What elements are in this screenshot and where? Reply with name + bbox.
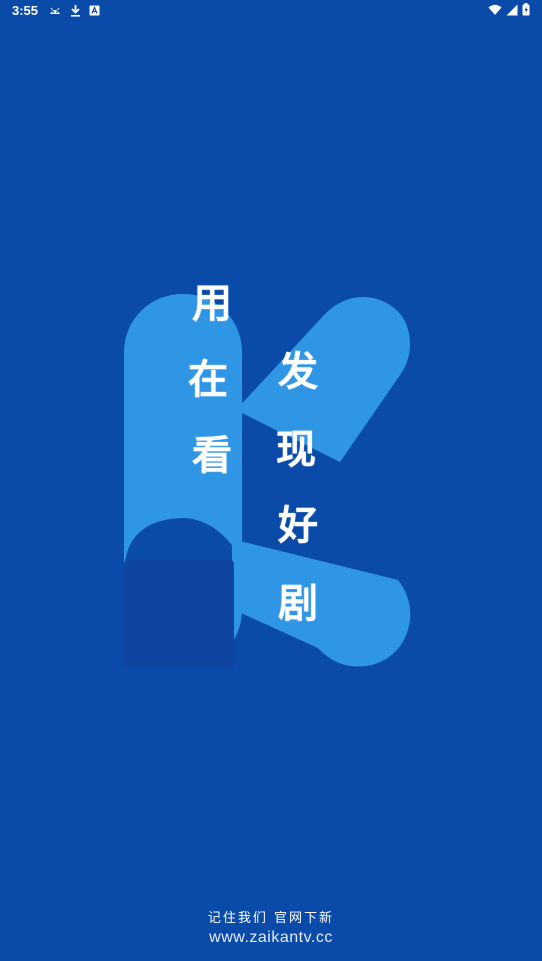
slogan-char: 现 bbox=[276, 426, 316, 473]
slogan-char: 剧 bbox=[278, 580, 318, 627]
slogan-char: 看 bbox=[192, 432, 232, 479]
slogan-char: 好 bbox=[278, 502, 318, 549]
splash-logo-area: 用 在 看 发 现 好 剧 bbox=[0, 0, 542, 961]
slogan-char: 发 bbox=[278, 348, 318, 395]
footer-url: www.zaikantv.cc bbox=[209, 929, 333, 946]
footer-tagline: 记住我们 官网下新 bbox=[207, 911, 335, 926]
slogan-char: 在 bbox=[188, 356, 228, 403]
slogan-char: 用 bbox=[192, 280, 232, 327]
k-logo-icon bbox=[124, 294, 411, 668]
